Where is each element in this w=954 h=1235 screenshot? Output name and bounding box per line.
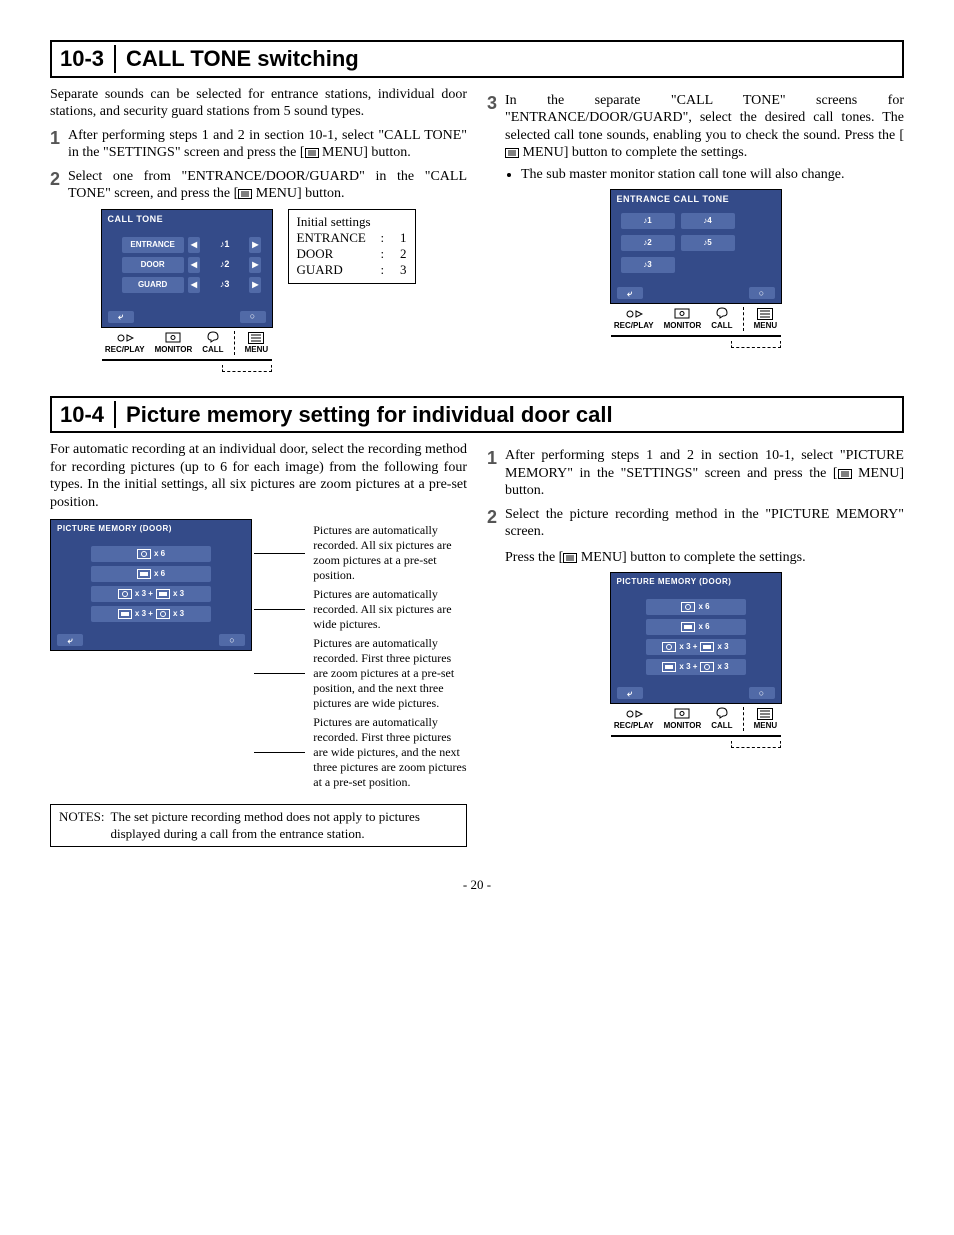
tone-option[interactable]: ♪1 <box>621 213 675 229</box>
section-title: CALL TONE switching <box>126 45 359 73</box>
section-number: 10-4 <box>58 401 116 429</box>
menu-button-icon <box>757 308 773 320</box>
monitor-icon <box>674 308 690 320</box>
back-icon[interactable]: ⤶ <box>108 311 134 323</box>
tone-option[interactable]: ♪5 <box>681 235 735 251</box>
section-number: 10-3 <box>58 45 116 73</box>
back-icon[interactable]: ⤶ <box>617 287 643 299</box>
tone-option[interactable]: ♪3 <box>621 257 675 273</box>
rec-play-icon <box>625 708 643 720</box>
step-1-text: After performing steps 1 and 2 in sectio… <box>505 447 904 500</box>
section-intro: For automatic recording at an individual… <box>50 441 467 511</box>
notes-box: NOTES: The set picture recording method … <box>50 804 467 847</box>
pm-desc-c: Pictures are automatically recorded. Fir… <box>313 636 467 711</box>
step-2-text: Select one from "ENTRANCE/DOOR/GUARD" in… <box>68 168 467 203</box>
pm-desc-b: Pictures are automatically recorded. All… <box>313 587 467 632</box>
menu-icon <box>305 148 319 158</box>
step-3-text: In the separate "CALL TONE" screens for … <box>505 92 904 184</box>
monitor-icon <box>674 708 690 720</box>
pm-option-zoom3wide3[interactable]: x 3 +x 3 <box>646 639 746 655</box>
confirm-icon[interactable]: ○ <box>749 287 775 299</box>
back-icon[interactable]: ⤶ <box>617 687 643 699</box>
pm-option-wide6[interactable]: x 6 <box>646 619 746 635</box>
rec-play-icon <box>625 308 643 320</box>
screen-title: PICTURE MEMORY (DOOR) <box>611 573 781 591</box>
pm-desc-a: Pictures are automatically recorded. All… <box>313 523 467 583</box>
menu-icon <box>563 553 577 563</box>
screen-title: ENTRANCE CALL TONE <box>611 190 781 209</box>
back-icon[interactable]: ⤶ <box>57 634 83 646</box>
menu-button-icon <box>757 708 773 720</box>
pm-desc-d: Pictures are automatically recorded. Fir… <box>313 715 467 790</box>
confirm-icon[interactable]: ○ <box>240 311 266 323</box>
step-number: 2 <box>487 506 505 567</box>
tone-option[interactable]: ♪4 <box>681 213 735 229</box>
entrance-call-tone-screen: ENTRANCE CALL TONE ♪1 ♪4 ♪2 ♪5 ♪3 ⤶ ○ <box>610 189 782 304</box>
menu-icon <box>505 148 519 158</box>
section-intro: Separate sounds can be selected for entr… <box>50 86 467 121</box>
menu-button-icon <box>248 332 264 344</box>
pm-option-wide6[interactable]: x 6 <box>91 566 211 582</box>
rec-play-icon <box>116 332 134 344</box>
hardware-buttons: REC/PLAY MONITOR CALL MENU <box>102 330 272 357</box>
hardware-buttons: REC/PLAY MONITOR CALL MENU <box>611 706 781 733</box>
step-number: 2 <box>50 168 68 203</box>
section-10-3-header: 10-3 CALL TONE switching <box>50 40 904 78</box>
call-icon <box>715 706 729 720</box>
call-tone-row-door[interactable]: DOOR ◀ ♪2 ▶ <box>122 257 262 273</box>
picture-memory-screen-2: PICTURE MEMORY (DOOR) x 6 x 6 x 3 +x 3 x… <box>610 572 782 704</box>
pm-option-wide3zoom3[interactable]: x 3 +x 3 <box>646 659 746 675</box>
confirm-icon[interactable]: ○ <box>219 634 245 646</box>
pm-option-zoom3wide3[interactable]: x 3 +x 3 <box>91 586 211 602</box>
call-tone-row-guard[interactable]: GUARD ◀ ♪3 ▶ <box>122 277 262 293</box>
section-title: Picture memory setting for individual do… <box>126 401 613 429</box>
call-icon <box>206 330 220 344</box>
pm-option-zoom6[interactable]: x 6 <box>646 599 746 615</box>
hardware-buttons: REC/PLAY MONITOR CALL MENU <box>611 306 781 333</box>
step-number: 1 <box>50 127 68 162</box>
screen-title: PICTURE MEMORY (DOOR) <box>51 520 251 538</box>
menu-icon <box>838 469 852 479</box>
step-2-text: Select the picture recording method in t… <box>505 506 904 567</box>
step-number: 3 <box>487 92 505 184</box>
step-number: 1 <box>487 447 505 500</box>
call-icon <box>715 306 729 320</box>
pm-option-wide3zoom3[interactable]: x 3 +x 3 <box>91 606 211 622</box>
picture-memory-screen: PICTURE MEMORY (DOOR) x 6 x 6 x 3 +x 3 x… <box>50 519 252 651</box>
call-tone-row-entrance[interactable]: ENTRANCE ◀ ♪1 ▶ <box>122 237 262 253</box>
pm-option-zoom6[interactable]: x 6 <box>91 546 211 562</box>
call-tone-screen: CALL TONE ENTRANCE ◀ ♪1 ▶ DOOR ◀ ♪2 ▶ <box>101 209 273 328</box>
confirm-icon[interactable]: ○ <box>749 687 775 699</box>
page-number: - 20 - <box>50 877 904 893</box>
section-10-4-header: 10-4 Picture memory setting for individu… <box>50 396 904 434</box>
step-1-text: After performing steps 1 and 2 in sectio… <box>68 127 467 162</box>
tone-option[interactable]: ♪2 <box>621 235 675 251</box>
initial-settings-box: Initial settings ENTRANCE:1 DOOR:2 GUARD… <box>288 209 416 284</box>
menu-icon <box>238 189 252 199</box>
screen-title: CALL TONE <box>102 210 272 229</box>
monitor-icon <box>165 332 181 344</box>
